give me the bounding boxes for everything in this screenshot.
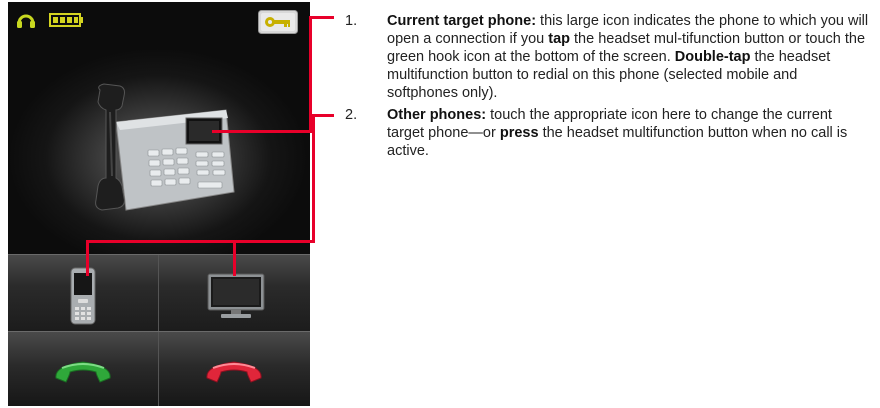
callout-line-2 — [86, 240, 89, 276]
current-phone-area — [8, 38, 310, 254]
callout-line-1 — [212, 130, 312, 133]
callout-line-2 — [312, 114, 334, 117]
headset-icon — [17, 14, 35, 28]
other-phones-row — [8, 254, 310, 331]
softphone-icon — [207, 273, 265, 318]
text-bold: Double-tap — [674, 49, 751, 65]
call-controls-row — [8, 331, 310, 406]
green-hook-icon — [55, 361, 111, 383]
mobile-phone-icon — [70, 267, 96, 325]
item-number: 1. — [345, 13, 358, 29]
end-call-button[interactable] — [159, 332, 309, 406]
callout-line-2 — [233, 240, 236, 276]
item-number: 2. — [345, 107, 358, 123]
text-bold: press — [499, 125, 539, 141]
callout-line-2 — [86, 240, 236, 243]
key-icon[interactable] — [258, 10, 298, 34]
item-text: Other phones: touch the appropriate icon… — [387, 106, 870, 160]
device-screen — [8, 2, 310, 406]
answer-call-button[interactable] — [8, 332, 159, 406]
status-bar — [8, 2, 310, 38]
text-bold: Other phones: — [387, 107, 487, 123]
red-hook-icon — [206, 361, 262, 383]
text-bold: tap — [548, 31, 570, 47]
callout-line-1 — [309, 16, 334, 19]
desk-phone-icon — [95, 83, 235, 211]
item-text: Current target phone: this large icon in… — [387, 12, 870, 102]
battery-icon — [49, 13, 83, 27]
callout-line-2 — [236, 240, 315, 243]
callout-line-2 — [312, 114, 315, 243]
mobile-phone-button[interactable] — [8, 255, 159, 331]
text-bold: Current target phone: — [387, 13, 537, 29]
